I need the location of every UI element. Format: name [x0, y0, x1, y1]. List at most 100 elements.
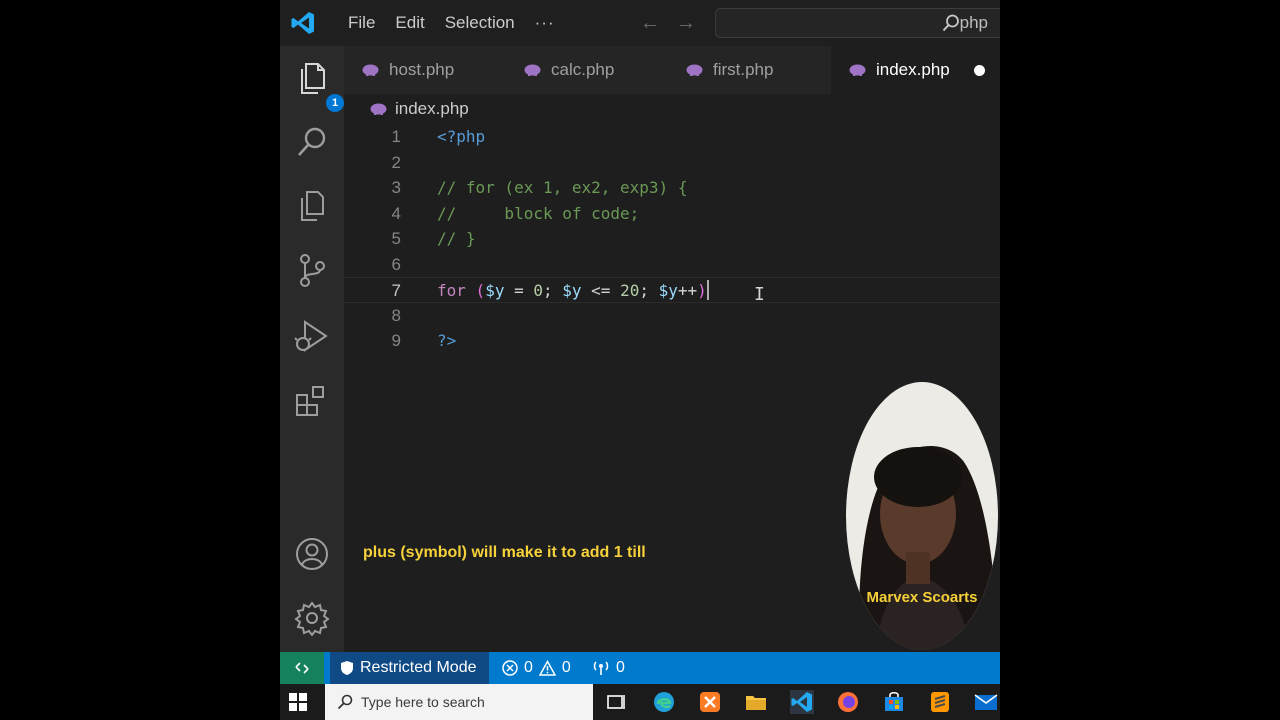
line-number: 4 [391, 204, 401, 223]
code-text: // block of code; [437, 204, 640, 223]
xampp-icon[interactable] [698, 690, 722, 714]
menu-more[interactable]: ··· [525, 0, 565, 46]
back-arrow-icon[interactable]: ← [640, 12, 660, 35]
code-line: 1 <?php [344, 124, 1000, 150]
php-file-icon [362, 64, 379, 76]
line-number: 9 [391, 331, 401, 350]
ports-count: 0 [616, 659, 625, 676]
code-text: <?php [437, 127, 486, 146]
number-token: 20 [620, 281, 640, 300]
menu-file[interactable]: File [338, 0, 385, 46]
manage-button[interactable] [292, 598, 332, 638]
tab-index-php[interactable]: index.php [831, 46, 1000, 94]
line-number: 5 [391, 229, 401, 248]
command-center[interactable]: php [715, 8, 1000, 38]
paren-token: ( [475, 281, 486, 300]
php-file-icon [686, 64, 703, 76]
file-explorer-icon[interactable] [744, 690, 768, 714]
explorer-badge: 1 [326, 94, 344, 112]
operator-token: ; [639, 281, 659, 300]
tab-first-php[interactable]: first.php [686, 46, 773, 94]
code-line: 4 // block of code; [344, 201, 1000, 227]
windows-taskbar: Type here to search [280, 684, 1000, 720]
firefox-icon[interactable] [836, 690, 860, 714]
tab-calc-php[interactable]: calc.php [524, 46, 614, 94]
source-control-button[interactable] [292, 250, 332, 290]
menu-bar: File Edit Selection ··· [338, 0, 565, 46]
source-control-icon [300, 254, 325, 287]
tab-label: host.php [389, 60, 455, 79]
microsoft-store-icon[interactable] [882, 690, 906, 714]
tab-host-php[interactable]: host.php [362, 46, 454, 94]
activity-bar: 1 [280, 46, 344, 652]
vscode-logo-icon [291, 12, 314, 34]
account-icon [296, 538, 328, 570]
tab-label: index.php [876, 60, 950, 79]
tab-label: calc.php [551, 60, 615, 79]
restricted-mode-label: Restricted Mode [360, 659, 477, 676]
line-number: 8 [391, 306, 401, 325]
vscode-window: File Edit Selection ··· ← → php 1 host.p… [280, 0, 1000, 720]
code-text: ?> [437, 331, 457, 350]
code-text: // for (ex 1, ex2, exp3) { [437, 178, 688, 197]
presenter-video-overlay [846, 382, 998, 650]
code-line: 2 [344, 150, 1000, 176]
code-line: 8 [344, 303, 1000, 329]
remote-icon [295, 662, 309, 674]
run-debug-button[interactable] [292, 316, 332, 356]
menu-edit[interactable]: Edit [385, 0, 434, 46]
unsaved-dot-icon[interactable] [973, 64, 985, 76]
ports-button[interactable]: 0 [592, 652, 625, 684]
accounts-button[interactable] [292, 534, 332, 574]
shield-icon [341, 661, 353, 675]
line-number: 7 [391, 281, 401, 300]
extensions-button[interactable] [292, 382, 332, 422]
copy-icon [301, 191, 324, 221]
php-file-icon [849, 64, 866, 76]
variable-token: $y [485, 281, 505, 300]
menu-selection[interactable]: Selection [435, 0, 525, 46]
task-view-icon[interactable] [604, 690, 628, 714]
search-button[interactable] [292, 122, 332, 162]
breadcrumb[interactable]: index.php [370, 97, 469, 121]
forward-arrow-icon[interactable]: → [676, 12, 696, 35]
mail-icon[interactable] [974, 690, 998, 714]
code-text: // } [437, 229, 476, 248]
line-number: 1 [391, 127, 401, 146]
line-number: 3 [391, 178, 401, 197]
presenter-name: Marvex Scoarts [866, 589, 978, 606]
php-file-icon [370, 103, 387, 115]
code-text: for ($y = 0; $y <= 20; $y++) [437, 278, 709, 304]
variable-token: $y [658, 281, 678, 300]
gear-icon [294, 601, 330, 636]
windows-start-icon[interactable] [288, 692, 308, 712]
taskbar-search-box[interactable]: Type here to search [325, 684, 593, 720]
restricted-mode-button[interactable]: Restricted Mode [330, 652, 489, 684]
explorer-button[interactable]: 1 [292, 58, 344, 112]
search-icon [337, 694, 353, 710]
current-code-line: 7 for ($y = 0; $y <= 20; $y++) [344, 277, 1000, 303]
variable-token: $y [562, 281, 582, 300]
search-icon [298, 127, 326, 156]
copy-button[interactable] [292, 186, 332, 226]
vscode-taskbar-icon[interactable] [790, 690, 814, 714]
code-line: 9 ?> [344, 328, 1000, 354]
text-cursor [706, 280, 709, 300]
number-token: 0 [533, 281, 543, 300]
remote-button[interactable] [280, 652, 324, 684]
video-caption: plus (symbol) will make it to add 1 till [363, 544, 646, 561]
keyword-token: for [437, 281, 466, 300]
code-line: 6 [344, 252, 1000, 278]
warning-icon [538, 660, 556, 676]
paren-token: ) [697, 281, 707, 300]
tab-bar: host.php calc.php first.php index.php [344, 46, 1000, 94]
operator-token: = [504, 281, 534, 300]
sublime-text-icon[interactable] [928, 690, 952, 714]
edge-browser-icon[interactable] [652, 690, 676, 714]
files-icon [301, 63, 325, 94]
php-file-icon [524, 64, 541, 76]
search-icon [942, 14, 959, 32]
operator-token: <= [581, 281, 621, 300]
problems-button[interactable]: 0 0 [502, 652, 571, 684]
tab-label: first.php [713, 60, 774, 79]
